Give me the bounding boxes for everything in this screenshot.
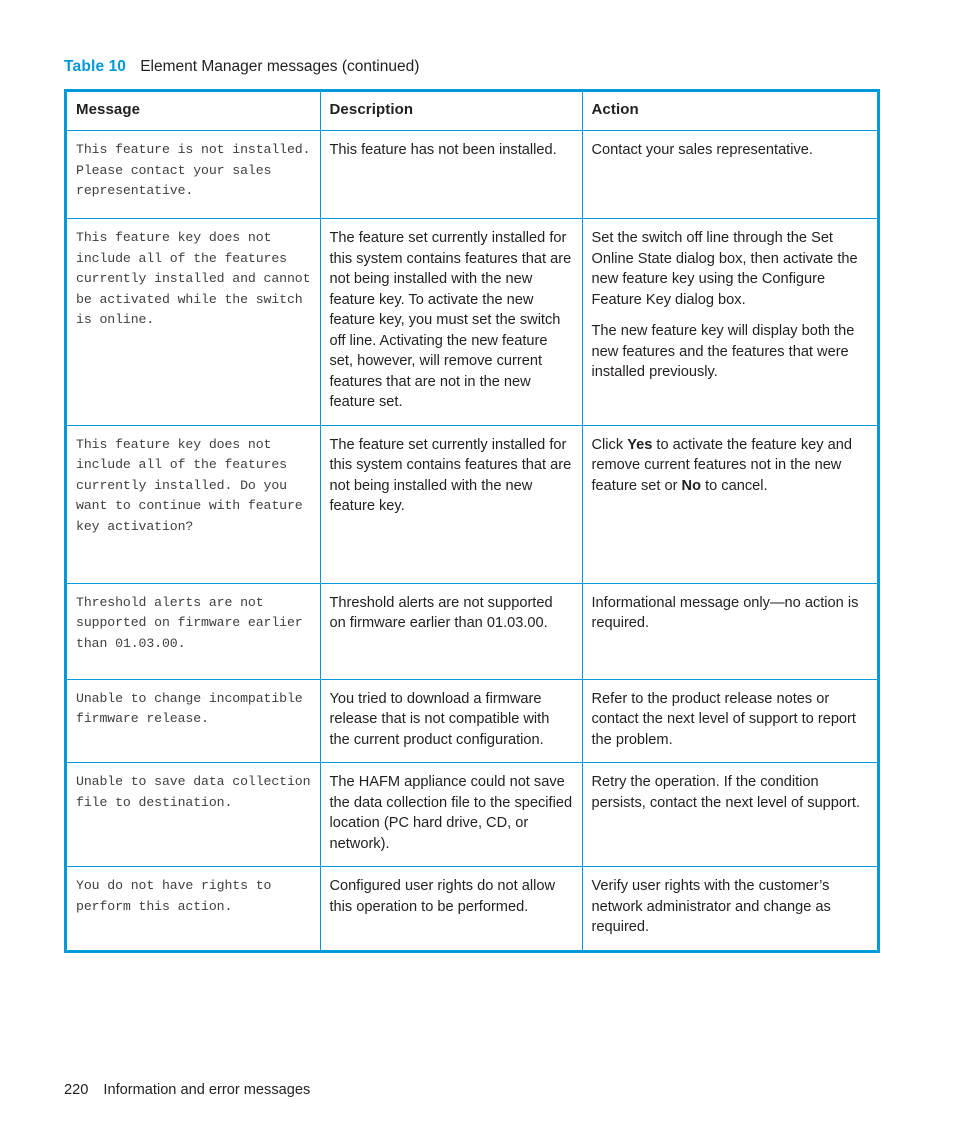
table-row: This feature key does not include all of… — [67, 218, 877, 426]
cell-message: Unable to save data collection file to d… — [67, 762, 321, 867]
cell-action: Set the switch off line through the Set … — [582, 218, 877, 426]
action-paragraph: Click Yes to activate the feature key an… — [592, 435, 869, 497]
page-number: 220 — [64, 1082, 89, 1098]
column-header-description: Description — [320, 92, 583, 131]
cell-description: The feature set currently installed for … — [320, 218, 583, 426]
cell-description: The HAFM appliance could not save the da… — [320, 762, 583, 867]
action-paragraph-1: Set the switch off line through the Set … — [591, 230, 858, 308]
table-row: Unable to save data collection file to d… — [67, 762, 877, 867]
table-row: This feature is not installed. Please co… — [67, 130, 877, 219]
cell-action: Retry the operation. If the condition pe… — [582, 762, 877, 867]
table-caption-label: Table — [64, 58, 105, 75]
action-emphasis-no: No — [681, 477, 702, 494]
cell-description: This feature has not been installed. — [320, 130, 583, 219]
table-row: Threshold alerts are not supported on fi… — [67, 583, 877, 680]
table-caption: Table 10 Element Manager messages (conti… — [64, 57, 419, 77]
action-emphasis-yes: Yes — [627, 436, 653, 453]
cell-description: Configured user rights do not allow this… — [320, 866, 583, 950]
document-page: Table 10 Element Manager messages (conti… — [0, 0, 954, 1145]
cell-description: You tried to download a firmware release… — [320, 679, 583, 763]
cell-description: The feature set currently installed for … — [320, 425, 583, 584]
cell-message: Unable to change incompatible firmware r… — [67, 679, 321, 763]
cell-action: Click Yes to activate the feature key an… — [582, 425, 877, 584]
footer-section-title: Information and error messages — [103, 1082, 311, 1098]
table-row: This feature key does not include all of… — [67, 425, 877, 584]
cell-message: Threshold alerts are not supported on fi… — [67, 583, 321, 680]
table-caption-text: Element Manager messages (continued) — [140, 58, 420, 75]
cell-message: You do not have rights to perform this a… — [67, 866, 321, 950]
element-manager-messages-table: Message Description Action This feature … — [64, 89, 880, 953]
column-header-action: Action — [582, 92, 877, 131]
column-header-message: Message — [67, 92, 321, 131]
table-row: Unable to change incompatible firmware r… — [67, 679, 877, 763]
table-header-row: Message Description Action — [67, 92, 877, 131]
action-text-prefix: Click — [591, 436, 628, 453]
table-caption-number: 10 — [108, 58, 126, 75]
cell-action: Refer to the product release notes or co… — [582, 679, 877, 763]
cell-action: Verify user rights with the customer’s n… — [591, 878, 831, 935]
table-row: You do not have rights to perform this a… — [67, 866, 877, 950]
cell-description: Threshold alerts are not supported on fi… — [320, 583, 583, 680]
action-text-suffix: to cancel. — [701, 477, 768, 494]
cell-message: This feature is not installed. Please co… — [67, 130, 321, 219]
action-paragraph-2: The new feature key will display both th… — [591, 323, 855, 380]
cell-message: This feature key does not include all of… — [67, 425, 321, 584]
cell-action: Informational message only—no action is … — [582, 583, 877, 680]
cell-action: Contact your sales representative. — [582, 130, 877, 219]
cell-message: This feature key does not include all of… — [67, 218, 321, 426]
page-footer: 220 Information and error messages — [64, 1082, 310, 1098]
